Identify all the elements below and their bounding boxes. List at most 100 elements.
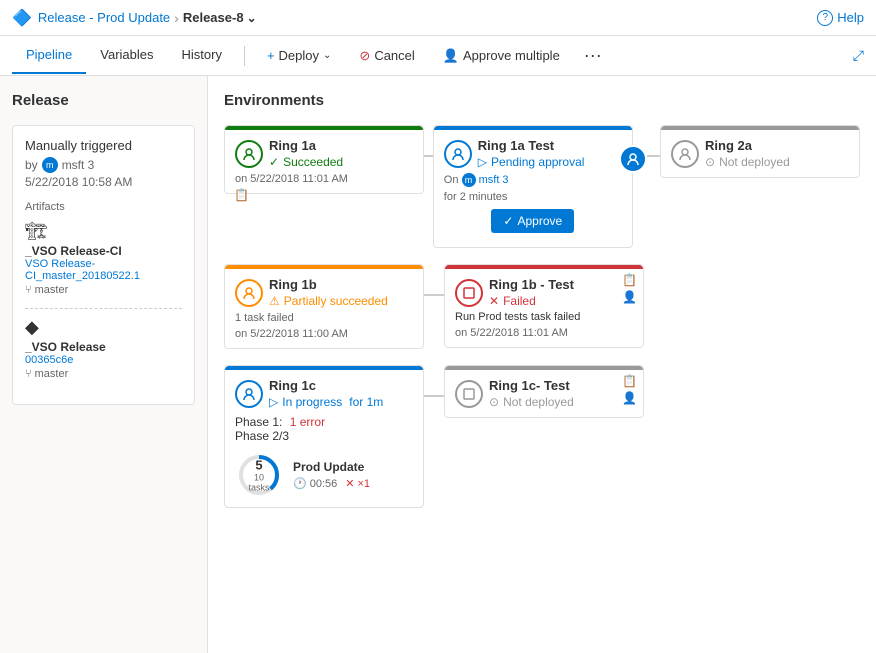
ring1c-info: Ring 1c ▷ In progress for 1m [269,378,413,409]
tab-variables[interactable]: Variables [86,37,167,74]
ring1b-test-status-icon: ✕ [489,294,499,308]
more-options-button[interactable]: ··· [578,45,608,66]
ring1c-phase1-label: Phase 1: [235,415,282,429]
ring1a-test-env-icon [444,140,472,168]
ring1a-status-text: Succeeded [283,155,343,169]
ring1b-test-actions: 📋 👤 [622,273,637,304]
ring1c-phase1-error: 1 error [290,415,325,429]
connector-1a-to-1atest [424,155,433,157]
ring1a-log-icon[interactable]: 📋 [234,188,249,202]
connector-1b-to-1btest [424,294,444,296]
ring1a-env-icon [235,140,263,168]
pending-approval-avatar [619,145,647,173]
ring1c-time: for 1m [349,395,383,409]
ring2a-name: Ring 2a [705,138,849,153]
approve-button[interactable]: ✓ Approve [491,209,574,233]
ring1b-test-wrapper: Ring 1b - Test ✕ Failed 📋 👤 [444,264,644,348]
branch-label-2: master [35,368,69,380]
ring1c-phase-info: Phase 1: 1 error Phase 2/3 [235,415,413,443]
ring1b-header: Ring 1b ⚠ Partially succeeded [235,277,413,308]
expand-button[interactable]: ⤢ [853,47,864,64]
connector-1c-to-1ctest [424,395,444,397]
ring1a-test-name: Ring 1a Test [478,138,622,153]
ring1c-error-stat: ✕ ×1 [345,477,370,490]
deploy-button[interactable]: + Deploy ⌄ [257,43,341,68]
ring1b-test-env-icon [455,279,483,307]
ring1c-test-info: Ring 1c- Test ⊙ Not deployed [489,378,633,409]
ring1c-status-icon: ▷ [269,395,278,409]
approve-check-icon: ✓ [503,214,513,228]
pipeline-area: Environments [208,76,876,653]
ring1a-status-icon: ✓ [269,155,279,169]
ring2a-body: Ring 2a ⊙ Not deployed [661,130,859,177]
artifact-2-link[interactable]: 00365c6e [25,354,182,366]
help-label[interactable]: Help [837,10,864,25]
ring1a-date: on 5/22/2018 11:01 AM [235,173,413,185]
artifact-separator [25,308,182,309]
cancel-button[interactable]: ⊘ Cancel [349,43,424,69]
ring1a-test-header: Ring 1a Test ▷ Pending approval [444,138,622,169]
ring1b-date: on 5/22/2018 11:00 AM [235,328,413,340]
ring1b-test-header: Ring 1b - Test ✕ Failed 📋 👤 [455,277,633,308]
ring1c-prod-info: Prod Update 🕐 00:56 ✕ ×1 [293,460,370,490]
branch-icon-1: ⑂ [25,284,32,296]
ring1b-env-icon [235,279,263,307]
ring1c-test-actions: 📋 👤 [622,374,637,405]
ring1c-denom: 10 [254,473,264,483]
trigger-label: Manually triggered [25,138,182,153]
breadcrumb-current: Release-8 ⌄ [183,10,257,25]
breadcrumb: Release - Prod Update › Release-8 ⌄ [38,10,257,26]
artifact-1: 🏗 _VSO Release-CI VSO Release-CI_master_… [25,221,182,296]
ring1a-test-extra: On m msft 3 [444,173,622,187]
trigger-date: 5/22/2018 10:58 AM [25,175,182,189]
topbar-left: 🔷 Release - Prod Update › Release-8 ⌄ [12,8,257,28]
ring1b-test-person-icon[interactable]: 👤 [622,290,637,304]
ring1b-test-card: Ring 1b - Test ✕ Failed 📋 👤 [444,264,644,348]
ring1c-time-stat: 🕐 00:56 [293,477,337,490]
ring1a-body: Ring 1a ✓ Succeeded on 5/22/2018 11:01 A… [225,130,423,193]
trigger-by: by m msft 3 [25,157,182,173]
artifact-2-name: _VSO Release [25,340,182,354]
ring1a-test-approve-section: ✓ Approve [444,209,622,233]
ring1c-error-icon: ✕ [345,477,354,490]
ring1c-tasks-label: tasks [248,483,269,493]
topbar: 🔷 Release - Prod Update › Release-8 ⌄ ? … [0,0,876,36]
tab-pipeline[interactable]: Pipeline [12,37,86,74]
ring1b-wrapper: Ring 1b ⚠ Partially succeeded 1 task fai… [224,264,424,349]
deploy-chevron-icon: ⌄ [323,50,331,61]
ring1c-phase2: Phase 2/3 [235,429,413,443]
ring2a-status-text: Not deployed [719,155,790,169]
breadcrumb-release[interactable]: Release - Prod Update [38,10,170,25]
artifact-1-link[interactable]: VSO Release-CI_master_20180522.1 [25,258,182,282]
ring1a-test-card: Ring 1a Test ▷ Pending approval On m msf… [433,125,633,248]
ring2a-card: Ring 2a ⊙ Not deployed [660,125,860,178]
branch-icon-2: ⑂ [25,368,32,380]
env-row-2: Ring 1b ⚠ Partially succeeded 1 task fai… [224,264,860,349]
sidebar-title: Release [12,92,195,109]
env-row-3: Ring 1c ▷ In progress for 1m [224,365,860,508]
ring1c-prod-stats: 🕐 00:56 ✕ ×1 [293,477,370,490]
tab-history[interactable]: History [168,37,236,74]
ring1a-name: Ring 1a [269,138,413,153]
ring1c-test-log-icon[interactable]: 📋 [622,374,637,388]
ring1b-body: Ring 1b ⚠ Partially succeeded 1 task fai… [225,269,423,348]
ring2a-wrapper: Ring 2a ⊙ Not deployed [660,125,860,178]
env-row-1: Ring 1a ✓ Succeeded on 5/22/2018 11:01 A… [224,125,860,248]
ring1b-test-body: Ring 1b - Test ✕ Failed 📋 👤 [445,269,643,347]
ring1b-task-failed: 1 task failed [235,312,413,324]
deploy-label: Deploy [279,48,319,63]
help-icon: ? [817,10,833,26]
main-layout: Release Manually triggered by m msft 3 5… [0,76,876,653]
ring1b-name: Ring 1b [269,277,413,292]
ring2a-status-icon: ⊙ [705,155,715,169]
ring1c-test-header: Ring 1c- Test ⊙ Not deployed 📋 👤 [455,378,633,409]
ring1b-test-log-icon[interactable]: 📋 [622,273,637,287]
approve-multiple-button[interactable]: 👤 Approve multiple [433,43,570,69]
ring1b-test-status: ✕ Failed [489,294,633,308]
ring1c-test-status-icon: ⊙ [489,395,499,409]
chevron-down-icon[interactable]: ⌄ [247,11,257,25]
ring1c-env-icon [235,380,263,408]
ring1c-card: Ring 1c ▷ In progress for 1m [224,365,424,508]
ring1c-test-person-icon[interactable]: 👤 [622,391,637,405]
by-prefix: by [25,158,38,172]
